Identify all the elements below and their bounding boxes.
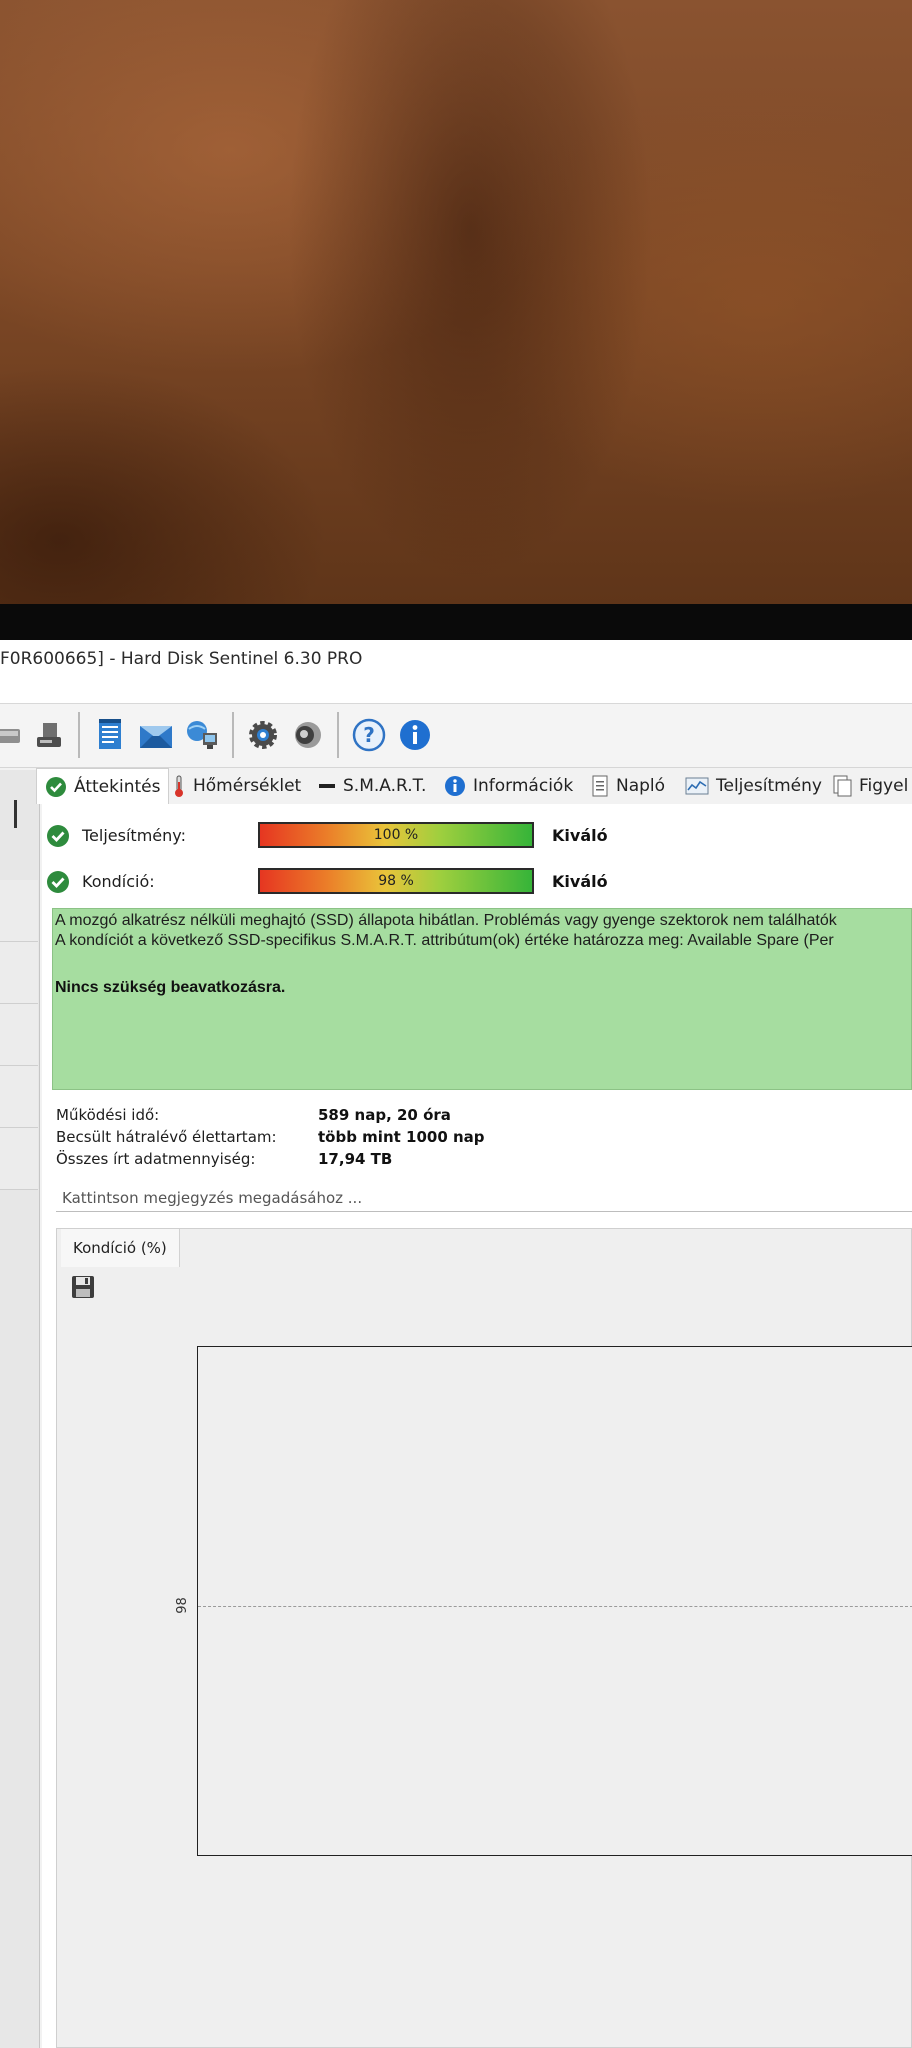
total-written-label: Összes írt adatmennyiség:	[56, 1150, 256, 1168]
info-icon[interactable]	[396, 716, 434, 754]
tab-alerts[interactable]: Figyel	[832, 768, 908, 804]
chart-gridline	[198, 1606, 912, 1607]
email-icon[interactable]	[137, 716, 175, 754]
sound-icon[interactable]	[289, 716, 327, 754]
rail-button[interactable]	[0, 1066, 38, 1128]
toolbar: ?	[0, 704, 912, 768]
title-bar: F0R600665] - Hard Disk Sentinel 6.30 PRO	[0, 640, 912, 704]
disk-report-icon[interactable]	[30, 716, 68, 754]
condition-rating: Kiváló	[552, 872, 608, 891]
y-tick-label: 98	[174, 1597, 190, 1614]
remaining-life-label: Becsült hátralévő élettartam:	[56, 1128, 277, 1146]
condition-value: 98 %	[378, 873, 414, 889]
performance-label: Teljesítmény:	[82, 826, 186, 845]
tab-overview[interactable]: Áttekintés	[36, 768, 170, 804]
background-wall	[0, 0, 912, 604]
report-icon[interactable]	[91, 716, 129, 754]
check-icon	[46, 776, 66, 797]
tab-label: Teljesítmény	[716, 776, 822, 796]
tab-label: Napló	[616, 776, 666, 796]
note-placeholder: Kattintson megjegyzés megadásához ...	[62, 1189, 363, 1207]
disk-icon[interactable]	[0, 716, 26, 754]
status-line-1: A mozgó alkatrész nélküli meghajtó (SSD)…	[55, 912, 837, 929]
log-icon	[592, 775, 608, 797]
help-icon[interactable]: ?	[350, 716, 388, 754]
performance-rating: Kiváló	[552, 826, 608, 845]
rail-button[interactable]	[0, 880, 38, 942]
uptime-value: 589 nap, 20 óra	[318, 1106, 451, 1124]
rail-button[interactable]	[0, 1128, 38, 1190]
dash-icon	[319, 784, 335, 788]
monitor-bezel	[0, 604, 912, 640]
condition-ok-icon	[47, 871, 69, 893]
performance-ok-icon	[47, 825, 69, 847]
condition-label: Kondíció:	[82, 872, 155, 891]
app-window: F0R600665] - Hard Disk Sentinel 6.30 PRO…	[0, 640, 912, 2048]
svg-text:?: ?	[363, 723, 375, 747]
condition-chart-panel: Kondíció (%) 98	[56, 1228, 912, 2048]
status-line-2: A kondíciót a következő SSD-specifikus S…	[55, 932, 834, 949]
status-action: Nincs szükség beavatkozásra.	[55, 979, 286, 996]
alert-icon	[833, 775, 852, 797]
tab-smart[interactable]: S.M.A.R.T.	[318, 768, 426, 804]
performance-value: 100 %	[373, 827, 419, 843]
tab-information[interactable]: Információk	[444, 768, 573, 804]
settings-icon[interactable]	[244, 716, 282, 754]
tab-label: Hőmérséklet	[193, 776, 302, 796]
rail-button[interactable]	[0, 1004, 38, 1066]
tab-performance[interactable]: Teljesítmény	[685, 768, 822, 804]
window-title: F0R600665] - Hard Disk Sentinel 6.30 PRO	[0, 649, 363, 669]
total-written-value: 17,94 TB	[318, 1150, 393, 1168]
uptime-label: Működési idő:	[56, 1106, 160, 1124]
tab-condition-chart[interactable]: Kondíció (%)	[61, 1229, 180, 1267]
chart-icon	[685, 777, 709, 795]
tab-bar: Áttekintés Hőmérséklet S.M.A.R.T. Inform…	[36, 768, 912, 804]
condition-bar: 98 %	[258, 868, 534, 894]
tab-label: Információk	[473, 776, 574, 796]
performance-bar: 100 %	[258, 822, 534, 848]
status-message-box: A mozgó alkatrész nélküli meghajtó (SSD)…	[52, 908, 912, 1090]
info-icon	[445, 776, 465, 796]
tab-label: Figyel	[859, 776, 909, 796]
thermometer-icon	[175, 775, 183, 797]
note-field[interactable]: Kattintson megjegyzés megadásához ...	[56, 1184, 912, 1212]
tab-temperature[interactable]: Hőmérséklet	[172, 768, 301, 804]
disk-list-rail	[0, 770, 40, 2048]
tab-label: Áttekintés	[74, 776, 161, 797]
tab-log[interactable]: Napló	[591, 768, 665, 804]
chart-tab-label: Kondíció (%)	[73, 1239, 167, 1257]
chart-plot-area: 98	[175, 1346, 912, 1856]
rail-button[interactable]	[0, 942, 38, 1004]
save-icon[interactable]	[69, 1273, 97, 1301]
overview-panel: Teljesítmény: 100 % Kiváló Kondíció: 98 …	[42, 804, 912, 2048]
remaining-life-value: több mint 1000 nap	[318, 1128, 485, 1146]
tab-label: S.M.A.R.T.	[343, 776, 427, 796]
network-icon[interactable]	[182, 716, 220, 754]
rail-scroll-indicator	[14, 800, 17, 828]
